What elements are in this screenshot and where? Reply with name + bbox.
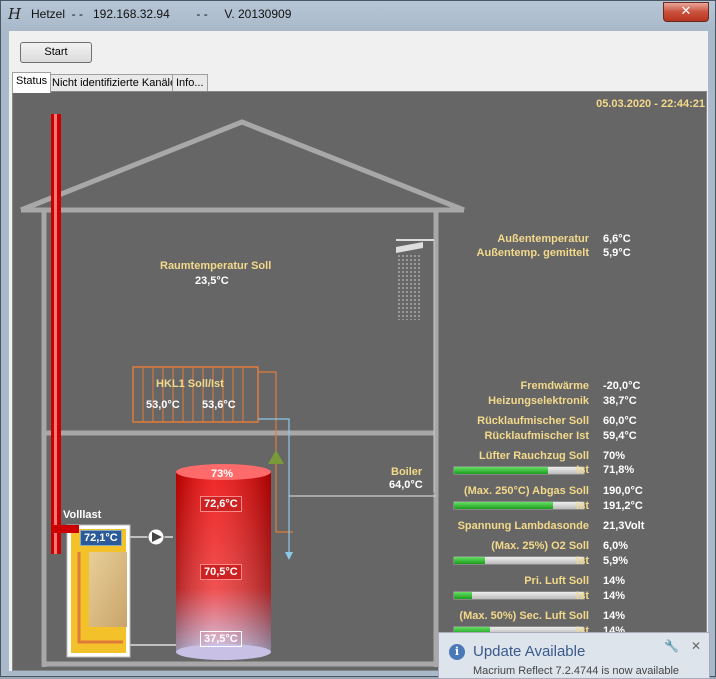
reading-value: 14% — [603, 590, 626, 602]
full-load-label: Volllast — [63, 509, 102, 521]
timestamp: 05.03.2020 - 22:44:21 — [596, 98, 705, 110]
settings-wrench-icon[interactable]: 🔧 — [664, 639, 679, 653]
reading-label: Lüfter Rauchzug Soll — [479, 450, 589, 462]
hkl-ist-value: 53,6°C — [202, 399, 236, 411]
reading-value: 190,0°C — [603, 485, 643, 497]
reading-label: Außentemp. gemittelt — [476, 247, 589, 259]
app-icon: H — [8, 5, 22, 23]
reading-value: 70% — [603, 450, 626, 462]
reading-label: Rücklaufmischer Ist — [484, 430, 589, 442]
reading-label: Heizungselektronik — [488, 395, 589, 407]
update-notification[interactable]: i Update Available Macrium Reflect 7.2.4… — [438, 632, 710, 679]
reading-value: 14% — [603, 575, 626, 587]
reading-value: 38,7°C — [603, 395, 637, 407]
mixer-valve-icon — [268, 450, 284, 464]
notification-title: Update Available — [473, 643, 586, 660]
window-title: Hetzel - - 192.168.32.94 - - V. 20130909 — [31, 7, 292, 21]
reading-label: (Max. 250°C) Abgas Soll — [463, 485, 589, 497]
reading-label: Pri. Luft Soll — [524, 575, 589, 587]
reading-label: (Max. 50%) Sec. Luft Soll — [459, 610, 589, 622]
reading-label: Außentemperatur — [497, 233, 589, 245]
hkl-soll-value: 53,0°C — [146, 399, 180, 411]
reading-value: 71,8% — [603, 464, 635, 476]
tab-status[interactable]: Status — [12, 72, 52, 93]
buffer-top-temp: 72,6°C — [200, 496, 242, 512]
tab-info[interactable]: Info... — [172, 74, 208, 92]
progress-fill — [454, 467, 548, 474]
start-button[interactable]: Start — [20, 42, 92, 63]
reading-value: 14% — [603, 610, 626, 622]
progress-bar — [453, 501, 585, 510]
boiler-value: 64,0°C — [389, 479, 423, 491]
reading-value: 60,0°C — [603, 415, 637, 427]
reading-label: Ist — [576, 590, 589, 602]
pump-icon — [147, 528, 165, 546]
hkl-label: HKL1 Soll/Ist — [156, 378, 224, 390]
reading-label: Ist — [576, 500, 589, 512]
reading-label: Ist — [576, 555, 589, 567]
return-arrow — [285, 552, 293, 560]
progress-fill — [454, 557, 486, 564]
chimney-highlight — [54, 114, 57, 554]
info-icon: i — [449, 644, 465, 660]
room-temp-value: 23,5°C — [195, 275, 229, 287]
reading-value: 21,3Volt — [603, 520, 645, 532]
reading-label: Fremdwärme — [520, 380, 589, 392]
progress-bar — [453, 466, 585, 475]
reading-label: Rücklaufmischer Soll — [477, 415, 589, 427]
reading-value: 6,6°C — [603, 233, 631, 245]
reading-value: 59,4°C — [603, 430, 637, 442]
stove-temp: 72,1°C — [80, 530, 122, 546]
radiator-icon — [132, 366, 259, 423]
status-panel: 05.03.2020 - 22:44:21 Raumtemperatur Sol… — [12, 91, 707, 671]
buffer-bottom-temp: 37,5°C — [200, 631, 242, 647]
reading-label: Ist — [576, 464, 589, 476]
shower-icon — [396, 239, 435, 492]
title-bar[interactable]: H Hetzel - - 192.168.32.94 - - V. 201309… — [1, 1, 715, 27]
reading-value: 5,9°C — [603, 247, 631, 259]
tab-unidentified-channels[interactable]: Nicht identifizierte Kanäle — [48, 74, 181, 92]
client-area: Start Status Nicht identifizierte Kanäle… — [9, 31, 708, 671]
app-window: H Hetzel - - 192.168.32.94 - - V. 201309… — [0, 0, 716, 677]
close-button[interactable]: ✕ — [663, 2, 709, 22]
reading-value: 6,0% — [603, 540, 629, 552]
roof-outline — [20, 119, 465, 213]
buffer-mid-temp: 70,5°C — [200, 564, 242, 580]
notification-body: Macrium Reflect 7.2.4744 is now availabl… — [473, 665, 680, 677]
buffer-percent: 73% — [211, 468, 234, 480]
progress-bar — [453, 591, 585, 600]
close-icon[interactable]: ✕ — [691, 639, 701, 653]
reading-value: 5,9% — [603, 555, 629, 567]
progress-bar — [453, 556, 585, 565]
reading-value: 191,2°C — [603, 500, 643, 512]
room-temp-label: Raumtemperatur Soll — [160, 260, 272, 272]
progress-fill — [454, 502, 553, 509]
reading-label: Spannung Lambdasonde — [457, 520, 589, 532]
reading-label: (Max. 25%) O2 Soll — [491, 540, 589, 552]
boiler-label: Boiler — [391, 466, 423, 478]
reading-value: -20,0°C — [603, 380, 641, 392]
progress-fill — [454, 592, 473, 599]
